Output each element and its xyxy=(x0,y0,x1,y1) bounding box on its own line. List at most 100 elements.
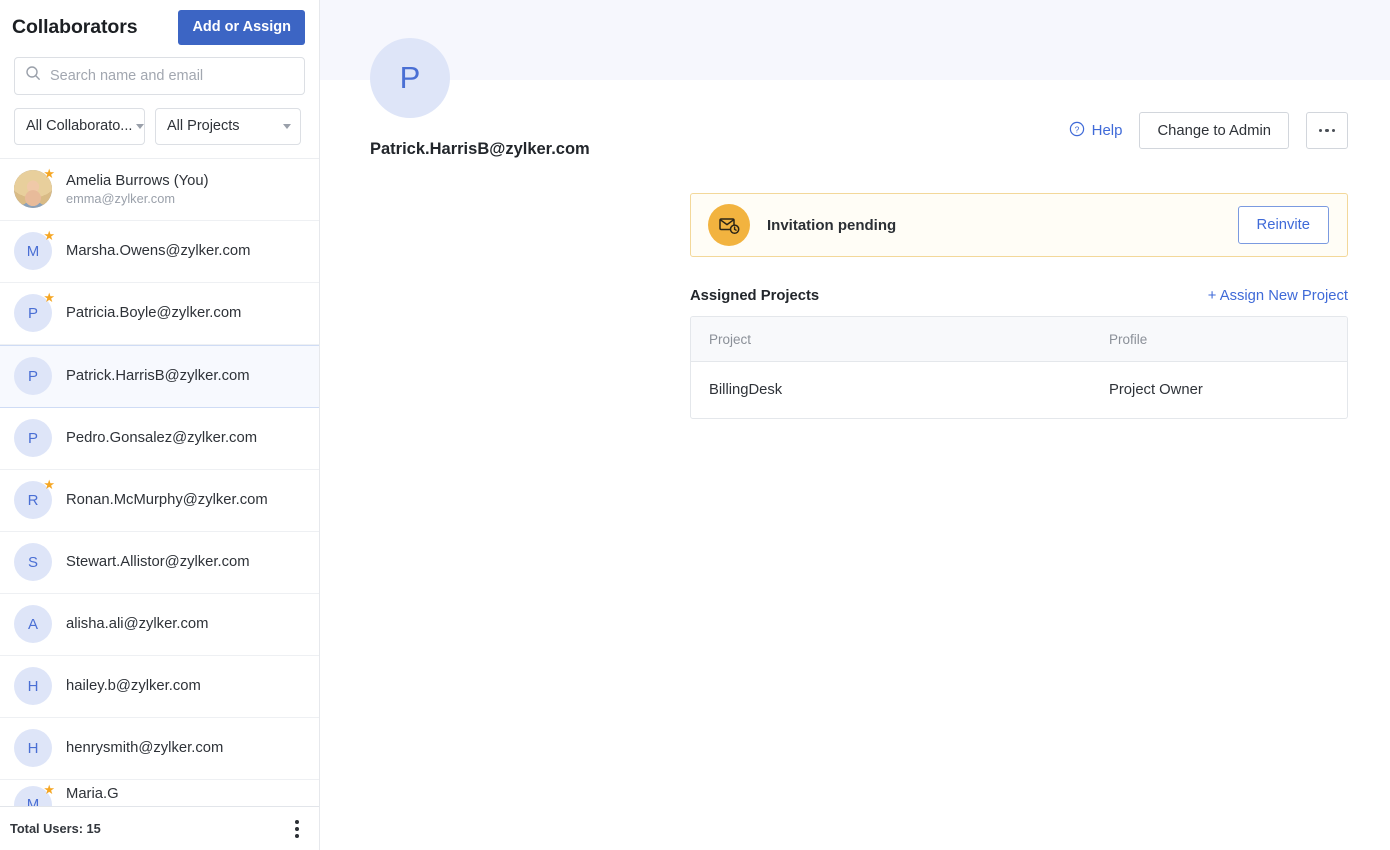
avatar: H xyxy=(14,729,52,767)
cell-project: BillingDesk xyxy=(691,362,1091,418)
avatar-wrapper: P ★ xyxy=(14,294,52,332)
invitation-pending-label: Invitation pending xyxy=(767,217,1238,234)
list-item[interactable]: P ★ Patricia.Boyle@zylker.com xyxy=(0,283,319,345)
avatar-wrapper: M ★ xyxy=(14,232,52,270)
collaborators-page: Collaborators Add or Assign All Collabor… xyxy=(0,0,1390,850)
assigned-projects-section: Assigned Projects + Assign New Project P… xyxy=(690,288,1348,419)
mail-clock-icon xyxy=(708,204,750,246)
search-input[interactable] xyxy=(50,68,294,84)
collaborator-list[interactable]: ★ Amelia Burrows (You) emma@zylker.com M… xyxy=(0,158,319,807)
chevron-down-icon xyxy=(283,124,291,129)
avatar: H xyxy=(14,667,52,705)
star-badge-icon: ★ xyxy=(43,167,55,180)
list-item[interactable]: ★ Amelia Burrows (You) emma@zylker.com xyxy=(0,159,319,221)
list-item-name: alisha.ali@zylker.com xyxy=(66,616,209,632)
list-item[interactable]: H hailey.b@zylker.com xyxy=(0,656,319,718)
list-item-texts: Stewart.Allistor@zylker.com xyxy=(66,554,250,570)
search-icon xyxy=(25,65,41,86)
add-or-assign-button[interactable]: Add or Assign xyxy=(178,10,305,45)
list-item-name: Marsha.Owens@zylker.com xyxy=(66,243,250,259)
avatar-wrapper: M ★ xyxy=(14,786,52,807)
list-item-name: Patrick.HarrisB@zylker.com xyxy=(66,368,250,384)
assigned-projects-title: Assigned Projects xyxy=(690,288,819,304)
list-item-name: Ronan.McMurphy@zylker.com xyxy=(66,492,268,508)
avatar: S xyxy=(14,543,52,581)
star-badge-icon: ★ xyxy=(43,291,55,304)
column-header-profile: Profile xyxy=(1091,317,1347,361)
more-actions-button[interactable] xyxy=(1306,112,1348,149)
list-item-name: Maria.G xyxy=(66,786,119,802)
cell-profile: Project Owner xyxy=(1091,362,1347,418)
more-options-icon[interactable] xyxy=(291,816,303,842)
column-header-project: Project xyxy=(691,317,1091,361)
list-item[interactable]: S Stewart.Allistor@zylker.com xyxy=(0,532,319,594)
list-item[interactable]: M ★ Maria.G xyxy=(0,780,319,807)
list-item[interactable]: M ★ Marsha.Owens@zylker.com xyxy=(0,221,319,283)
list-item-texts: Patrick.HarrisB@zylker.com xyxy=(66,368,250,384)
table-body: BillingDesk Project Owner xyxy=(691,362,1347,418)
avatar: P xyxy=(14,357,52,395)
reinvite-button[interactable]: Reinvite xyxy=(1238,206,1329,244)
list-item-selected[interactable]: P Patrick.HarrisB@zylker.com xyxy=(0,345,319,408)
help-label: Help xyxy=(1092,122,1123,139)
avatar: A xyxy=(14,605,52,643)
collaborator-type-filter-label: All Collaborato... xyxy=(26,118,132,134)
collaborator-detail-panel: P Patrick.HarrisB@zylker.com ? Help Chan… xyxy=(320,0,1390,850)
list-item[interactable]: A alisha.ali@zylker.com xyxy=(0,594,319,656)
list-item-name: henrysmith@zylker.com xyxy=(66,740,223,756)
list-item-email: emma@zylker.com xyxy=(66,191,209,206)
avatar-wrapper: H xyxy=(14,667,52,705)
list-item-texts: henrysmith@zylker.com xyxy=(66,740,223,756)
detail-actions: ? Help Change to Admin xyxy=(1069,112,1348,149)
list-item-texts: Marsha.Owens@zylker.com xyxy=(66,243,250,259)
assigned-projects-header: Assigned Projects + Assign New Project xyxy=(690,288,1348,304)
list-item-texts: Maria.G xyxy=(66,786,119,802)
list-item[interactable]: P Pedro.Gonsalez@zylker.com xyxy=(0,408,319,470)
project-filter[interactable]: All Projects xyxy=(155,108,301,145)
project-filter-label: All Projects xyxy=(167,118,240,134)
list-item-name: Pedro.Gonsalez@zylker.com xyxy=(66,430,257,446)
list-item-texts: Ronan.McMurphy@zylker.com xyxy=(66,492,268,508)
avatar-wrapper: P xyxy=(14,357,52,395)
table-row[interactable]: BillingDesk Project Owner xyxy=(691,362,1347,418)
avatar-wrapper: R ★ xyxy=(14,481,52,519)
list-item-texts: Patricia.Boyle@zylker.com xyxy=(66,305,241,321)
list-item-name: Amelia Burrows (You) xyxy=(66,173,209,189)
list-item-texts: Pedro.Gonsalez@zylker.com xyxy=(66,430,257,446)
avatar: P xyxy=(370,38,450,118)
list-item-texts: hailey.b@zylker.com xyxy=(66,678,201,694)
help-link[interactable]: ? Help xyxy=(1069,121,1123,141)
avatar-wrapper: S xyxy=(14,543,52,581)
avatar-wrapper: H xyxy=(14,729,52,767)
list-item-name: hailey.b@zylker.com xyxy=(66,678,201,694)
list-item-texts: alisha.ali@zylker.com xyxy=(66,616,209,632)
sidebar-filters: All Collaborato... All Projects xyxy=(0,95,319,158)
search-box[interactable] xyxy=(14,57,305,95)
collaborator-type-filter[interactable]: All Collaborato... xyxy=(14,108,145,145)
collaborators-sidebar: Collaborators Add or Assign All Collabor… xyxy=(0,0,320,850)
sidebar-footer: Total Users: 15 xyxy=(0,806,319,850)
avatar: P xyxy=(14,419,52,457)
page-title: Collaborators xyxy=(12,16,137,39)
change-to-admin-button[interactable]: Change to Admin xyxy=(1139,112,1289,149)
help-circle-icon: ? xyxy=(1069,121,1085,141)
svg-text:?: ? xyxy=(1074,124,1079,134)
total-users-label: Total Users: 15 xyxy=(10,821,101,836)
assigned-projects-table: Project Profile BillingDesk Project Owne… xyxy=(690,316,1348,419)
avatar-wrapper: A xyxy=(14,605,52,643)
star-badge-icon: ★ xyxy=(43,478,55,491)
list-item-texts: Amelia Burrows (You) emma@zylker.com xyxy=(66,173,209,206)
list-item-name: Patricia.Boyle@zylker.com xyxy=(66,305,241,321)
search-wrapper xyxy=(0,51,319,95)
star-badge-icon: ★ xyxy=(43,783,55,796)
avatar-wrapper: P xyxy=(14,419,52,457)
invitation-pending-banner: Invitation pending Reinvite xyxy=(690,193,1348,257)
list-item[interactable]: R ★ Ronan.McMurphy@zylker.com xyxy=(0,470,319,532)
assign-new-project-link[interactable]: + Assign New Project xyxy=(1208,288,1348,304)
table-header-row: Project Profile xyxy=(691,317,1347,362)
list-item-name: Stewart.Allistor@zylker.com xyxy=(66,554,250,570)
avatar-wrapper: ★ xyxy=(14,170,52,208)
list-item[interactable]: H henrysmith@zylker.com xyxy=(0,718,319,780)
chevron-down-icon xyxy=(136,124,144,129)
sidebar-header: Collaborators Add or Assign xyxy=(0,0,319,51)
